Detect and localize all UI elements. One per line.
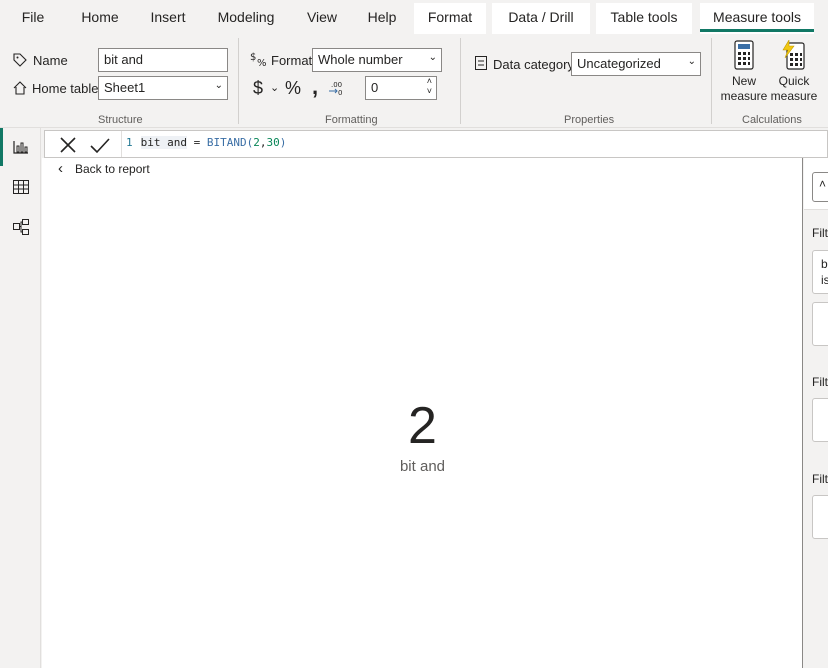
tag-icon [13,53,27,67]
calculator-icon [734,40,754,70]
commit-formula-icon[interactable] [87,134,113,156]
svg-text:.00: .00 [331,81,342,89]
add-fields-box[interactable] [812,302,828,346]
tab-format[interactable]: Format [414,3,486,34]
formatting-group-label: Formatting [325,114,378,126]
tab-modeling[interactable]: Modeling [208,0,284,34]
filters-section-label: Filt [812,472,828,486]
cancel-formula-icon[interactable] [55,134,81,156]
tab-home[interactable]: Home [72,0,128,34]
ribbon: Name bit and Home table Sheet1 ⌄ Structu… [0,34,828,128]
view-switcher [0,128,41,668]
quick-measure-label-1: Quick [778,74,810,88]
active-view-indicator [0,128,3,166]
chevron-down-icon: ⌄ [214,80,223,91]
chevron-down-icon: ⌄ [687,56,696,67]
tab-table-tools[interactable]: Table tools [596,3,692,34]
back-to-report-label: Back to report [75,162,150,176]
new-measure-label-2: measure [720,89,768,103]
chevron-down-icon: ⌄ [428,52,437,63]
calculations-group-label: Calculations [742,114,802,126]
tab-measure-tools[interactable]: Measure tools [700,3,814,34]
filter-card-text-1: b [821,257,828,271]
svg-text:0: 0 [338,89,342,96]
tab-view[interactable]: View [296,0,348,34]
back-to-report-link[interactable]: ‹ Back to report [58,160,150,177]
report-view-icon[interactable] [12,139,30,155]
equals-token: = [193,136,201,149]
filters-pane-header: ˄ [804,158,828,210]
tab-insert[interactable]: Insert [140,0,196,34]
quick-measure-label-2: measure [770,89,818,103]
new-measure-label-1: New [731,74,756,88]
decimal-places-input[interactable]: 0 ˄ ˅ [365,76,437,100]
comma-button[interactable]: , [312,74,318,100]
data-category-value: Uncategorized [577,56,661,71]
home-icon [13,81,27,95]
currency-dropdown-icon[interactable]: ⌄ [270,81,279,94]
svg-text:%: % [257,58,267,68]
home-table-select[interactable]: Sheet1 ⌄ [98,76,228,100]
name-label: Name [33,53,68,68]
collapse-pane-button[interactable]: ˄ [812,172,828,202]
tab-data-drill[interactable]: Data / Drill [492,3,590,34]
arg1-token: 2 [253,136,260,149]
format-value: Whole number [318,52,403,67]
decimal-places-value: 0 [371,80,379,95]
function-token: BITAND( [206,136,254,149]
chevron-up-icon: ˄ [819,177,827,191]
arg2-token: 30 [266,136,280,149]
filter-card[interactable]: b is [812,250,828,294]
model-view-icon[interactable] [12,218,30,236]
currency-button[interactable]: $ [253,78,263,99]
formula-bar: 1 bit and = BITAND(2,30) [44,130,828,158]
line-number: 1 [126,136,133,149]
card-value: 2 [408,397,437,455]
format-icon: $ % [250,52,267,68]
format-label: Format [271,53,313,68]
divider [711,38,712,124]
menu-bar: File Home Insert Modeling View Help Form… [0,0,828,34]
spinner-icon[interactable]: ˄ ˅ [427,77,432,96]
tab-file[interactable]: File [10,0,56,34]
close-paren-token: ) [279,136,287,149]
divider [238,38,239,124]
add-fields-box[interactable] [812,495,828,539]
filters-section-label: Filt [812,226,828,240]
divider [460,38,461,124]
card-label: bit and [399,458,446,475]
format-select[interactable]: Whole number ⌄ [312,48,442,72]
percent-button[interactable]: % [285,78,301,99]
data-category-label: Data category [493,57,574,72]
quick-measure-icon [782,38,805,70]
home-table-value: Sheet1 [104,80,146,95]
report-canvas: ‹ Back to report 2 bit and [42,158,803,668]
measure-name-token: bit and [140,136,187,149]
quick-measure-button[interactable]: Quick measure [770,38,818,110]
formula-editor[interactable]: 1 bit and = BITAND(2,30) [126,136,286,149]
data-category-select[interactable]: Uncategorized ⌄ [571,52,701,76]
filters-section-label: Filt [812,375,828,389]
table-view-icon[interactable] [12,179,30,195]
add-fields-box[interactable] [812,398,828,442]
properties-group-label: Properties [564,114,615,126]
chevron-left-icon: ‹ [58,160,63,177]
filter-card-text-2: is [821,273,828,287]
divider [121,131,122,157]
decimal-places-icon[interactable]: .00 0 [328,80,346,96]
new-measure-button[interactable]: New measure [720,40,768,110]
structure-group-label: Structure [98,114,143,126]
data-category-icon [475,56,487,70]
name-input[interactable]: bit and [98,48,228,72]
home-table-label: Home table [32,81,99,96]
svg-text:$: $ [250,52,256,63]
tab-help[interactable]: Help [358,0,406,34]
